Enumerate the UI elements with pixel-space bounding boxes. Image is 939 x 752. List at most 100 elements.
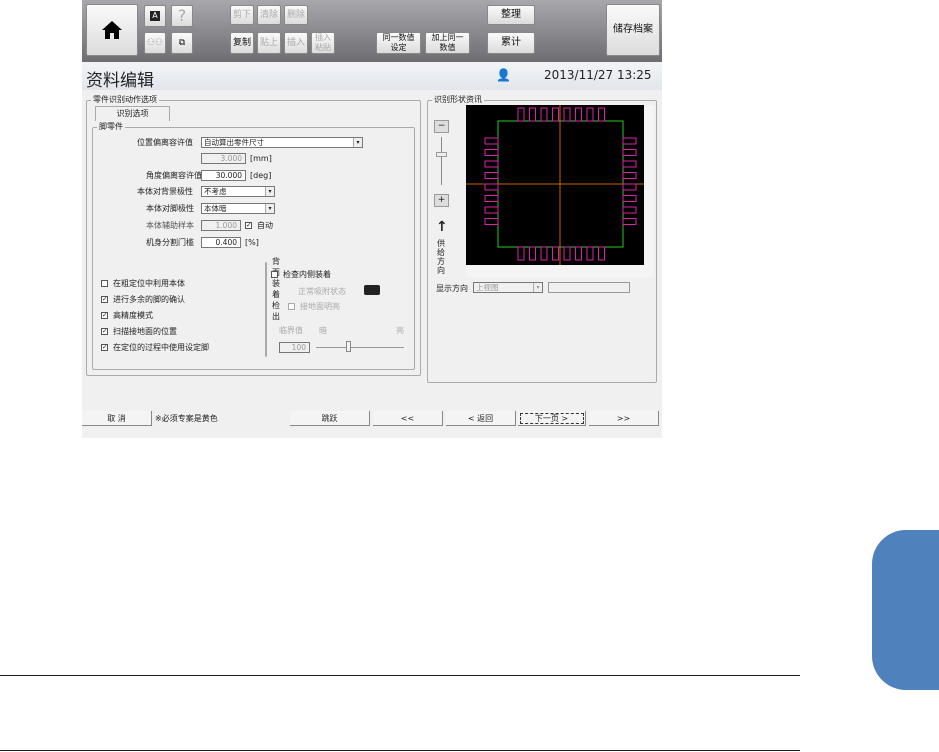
selected-value: 自动算出零件尺寸: [204, 138, 264, 147]
add-same-value-button[interactable]: 加上同一 数值: [425, 32, 470, 54]
copy-button[interactable]: 复制: [230, 32, 254, 54]
insert-button[interactable]: 插入: [284, 32, 308, 54]
view-direction-select[interactable]: 上视图 ▾: [473, 282, 543, 293]
network-button[interactable]: ⧉: [171, 32, 193, 54]
unit-label: [%]: [245, 238, 259, 247]
bg-polarity-select[interactable]: 不考虑 ▾: [201, 186, 275, 197]
help-button[interactable]: ?: [171, 5, 193, 27]
ground-bright-checkbox[interactable]: 接地面明亮: [288, 301, 340, 312]
shape-view[interactable]: [466, 105, 654, 277]
paste-button[interactable]: 贴上: [257, 32, 281, 54]
threshold-field[interactable]: 0.400: [201, 237, 241, 248]
checkbox-label: 高精度模式: [113, 311, 153, 320]
pin-part-group: 脚零件 位置偏离容许值 自动算出零件尺寸 ▾ 3.000 [mm] 角度偏离容许值…: [92, 121, 415, 370]
back-button[interactable]: < 返回: [446, 411, 516, 426]
chevron-down-icon: ▾: [265, 204, 274, 213]
bg-polarity-label: 本体对背景极性: [137, 187, 193, 196]
option-checkbox[interactable]: ✓ 扫描接地面的位置: [101, 326, 177, 337]
feed-direction-label: 供 给 方 向: [437, 239, 445, 275]
inner-mount-checkbox[interactable]: 检查内侧装着: [271, 269, 331, 280]
checkbox-box: ✓: [101, 311, 108, 319]
group-legend: 零件识别动作选项: [91, 94, 159, 105]
checkbox-box: [271, 271, 278, 278]
aux-sample-field[interactable]: 1.000: [201, 220, 241, 231]
unit-label: [mm]: [250, 154, 272, 163]
normal-state-label: 正常吸附状态: [298, 287, 346, 296]
pin-polarity-label: 本体对脚极性: [146, 204, 194, 213]
option-checkbox[interactable]: ✓ 在定位的过程中使用设定脚: [101, 342, 209, 353]
chapter-tab: [872, 530, 939, 690]
back-mount-group: 背面装着检出 检查内侧装着 正常吸附状态 接地面明亮 临界值 暗 亮 100: [265, 256, 404, 357]
group-legend: 脚零件: [97, 121, 125, 132]
chevron-down-icon: ▾: [533, 283, 542, 292]
selected-value: 不考虑: [204, 187, 227, 196]
font-button[interactable]: A: [144, 5, 166, 27]
checkbox-label: 扫描接地面的位置: [113, 327, 177, 336]
tab-recognition-options[interactable]: 识别选项: [95, 106, 170, 121]
view-direction-label: 显示方向: [436, 284, 468, 293]
vertical-scrollbar[interactable]: [644, 105, 654, 265]
aux-sample-label: 本体辅助样本: [146, 221, 194, 230]
users-icon: ⚇⚇: [146, 38, 164, 48]
first-page-button[interactable]: <<: [373, 411, 443, 426]
title-bar: 资料编辑 👤 2013/11/27 13:25: [82, 62, 662, 91]
zoom-in-icon[interactable]: +: [434, 194, 449, 207]
checkbox-label: 在定位的过程中使用设定脚: [113, 343, 209, 352]
horizontal-scrollbar[interactable]: [466, 265, 654, 277]
limit-slider-thumb[interactable]: [346, 341, 351, 352]
toolbar: A ? ⚇⚇ ⧉ 剪下 清除 删除 复制 贴上 插入 插入 粘贴 同一数值 设定…: [82, 0, 662, 62]
position-tolerance-select[interactable]: 自动算出零件尺寸 ▾: [201, 137, 363, 148]
selected-value: 上视图: [476, 283, 499, 292]
delete-button[interactable]: 删除: [284, 5, 308, 25]
checkbox-box: ✓: [101, 343, 108, 351]
arrow-up-icon: ↑: [436, 219, 448, 235]
clear-button[interactable]: 清除: [257, 5, 281, 25]
checkbox-box: ✓: [245, 221, 252, 229]
position-tolerance-label: 位置偏离容许值: [137, 138, 193, 147]
selected-value: 本体暗: [204, 204, 227, 213]
cancel-button[interactable]: 取 消: [82, 411, 152, 426]
checkbox-box: [101, 280, 108, 287]
group-legend: 识别形状资讯: [432, 94, 484, 105]
home-icon: [102, 21, 122, 39]
cut-button[interactable]: 剪下: [230, 5, 254, 25]
checkbox-box: ✓: [101, 327, 108, 335]
dark-label: 暗: [319, 326, 327, 335]
unit-label: [deg]: [250, 171, 272, 180]
zoom-slider-track[interactable]: [441, 137, 442, 185]
checkbox-label: 在粗定位中利用本体: [113, 279, 185, 288]
jump-button[interactable]: 跳跃: [290, 411, 370, 426]
font-icon: A: [150, 11, 160, 21]
pin-polarity-select[interactable]: 本体暗 ▾: [201, 203, 275, 214]
divider-line: [0, 675, 800, 676]
limit-slider-track[interactable]: [316, 347, 404, 348]
chip-icon: [364, 285, 380, 295]
checkbox-label: 进行多余的脚的确认: [113, 295, 185, 304]
last-page-button[interactable]: >>: [589, 411, 659, 426]
auto-checkbox[interactable]: ✓ 自动: [245, 220, 273, 231]
users-button[interactable]: ⚇⚇: [144, 32, 166, 54]
chevron-down-icon: ▾: [353, 138, 362, 147]
option-checkbox[interactable]: ✓ 高精度模式: [101, 310, 153, 321]
limit-label: 临界值: [279, 326, 303, 335]
position-tolerance-mm-field[interactable]: 3.000: [201, 153, 246, 164]
required-note: ※必须专案是黄色: [155, 414, 218, 423]
arrange-button[interactable]: 整理: [487, 5, 535, 25]
insert-paste-button[interactable]: 插入 粘贴: [311, 32, 335, 54]
save-file-button[interactable]: 储存档案: [606, 4, 660, 56]
shape-info-group: 识别形状资讯 − + ↑ 供 给 方 向 显示方向 上视图 ▾: [427, 94, 657, 383]
same-value-button[interactable]: 同一数值 设定: [376, 32, 421, 54]
zoom-slider-thumb[interactable]: [436, 152, 447, 157]
next-page-button[interactable]: 下一页 >: [518, 411, 586, 426]
threshold-label: 机身分割门槛: [146, 238, 194, 247]
option-checkbox[interactable]: ✓ 进行多余的脚的确认: [101, 294, 185, 305]
angle-tolerance-field[interactable]: 30.000: [201, 170, 246, 181]
accumulate-button[interactable]: 累计: [487, 32, 535, 54]
divider-line: [0, 750, 800, 751]
home-button[interactable]: [86, 4, 138, 56]
zoom-out-icon[interactable]: −: [434, 120, 449, 133]
angle-tolerance-label: 角度偏离容许值: [146, 171, 202, 180]
view-canvas: [466, 105, 644, 265]
option-checkbox[interactable]: 在粗定位中利用本体: [101, 278, 185, 289]
limit-value-field[interactable]: 100: [279, 342, 310, 353]
